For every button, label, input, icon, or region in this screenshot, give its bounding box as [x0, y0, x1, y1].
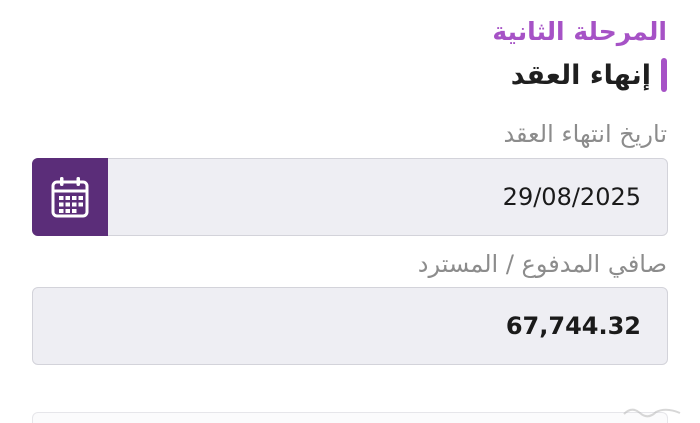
net-amount-label: صافي المدفوع / المسترد	[417, 250, 667, 278]
section-accent-bar	[661, 58, 667, 92]
contract-end-date-label: تاريخ انتهاء العقد	[503, 120, 667, 148]
calendar-picker-button[interactable]	[32, 158, 108, 236]
contract-end-date-field[interactable]: 29/08/2025	[32, 158, 668, 236]
stage-label: المرحلة الثانية	[492, 17, 667, 46]
section-header: إنهاء العقد	[511, 56, 667, 94]
net-amount-field[interactable]: 67,744.32	[32, 287, 668, 365]
net-amount-value: 67,744.32	[505, 312, 641, 340]
next-section-edge	[32, 412, 668, 423]
section-title: إنهاء العقد	[510, 59, 651, 91]
watermark-logo	[623, 408, 681, 418]
calendar-icon	[51, 177, 89, 218]
contract-termination-page: المرحلة الثانية إنهاء العقد تاريخ انتهاء…	[0, 0, 700, 423]
contract-end-date-value: 29/08/2025	[502, 183, 641, 211]
